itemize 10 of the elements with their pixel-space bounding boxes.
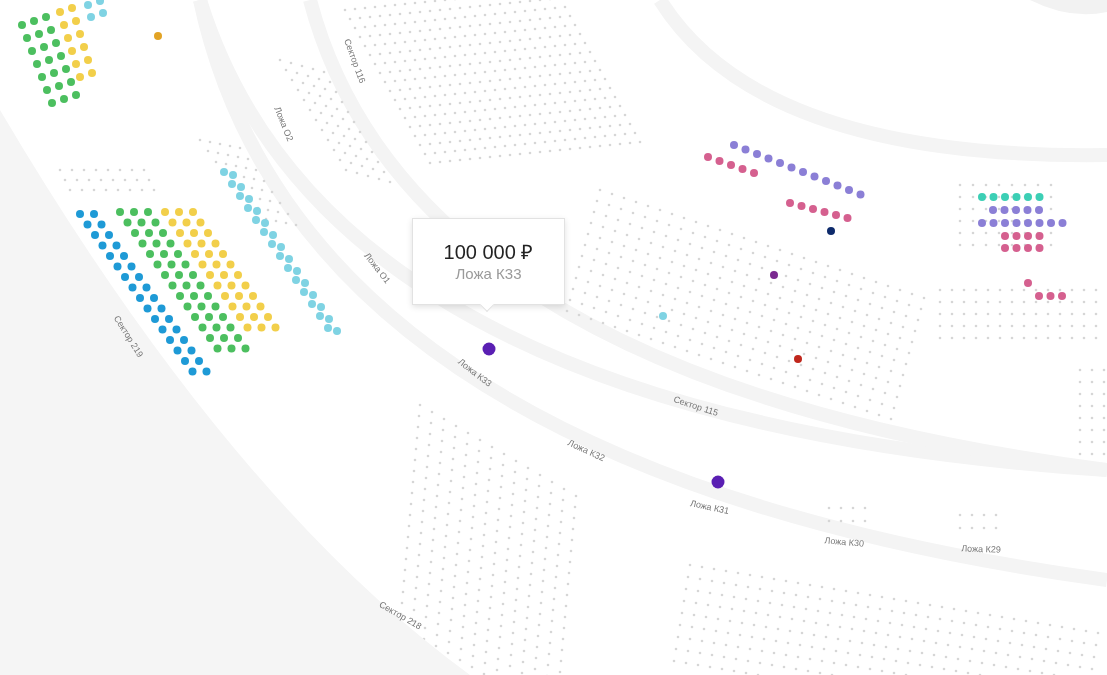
section-label: Ложа К29 [961,543,1002,555]
seat-marker[interactable] [482,342,496,356]
section-label: Ложа К31 [689,498,731,517]
section-label: Ложа О2 [272,105,296,143]
section-label: Сектор 116 [342,37,368,85]
section-label: Ложа К30 [824,535,865,549]
price-text: 100 000 ₽ [443,242,534,262]
seat-marker[interactable] [711,475,725,489]
box-name-text: Ложа К33 [455,266,522,281]
section-label: Ложа К32 [566,437,607,464]
